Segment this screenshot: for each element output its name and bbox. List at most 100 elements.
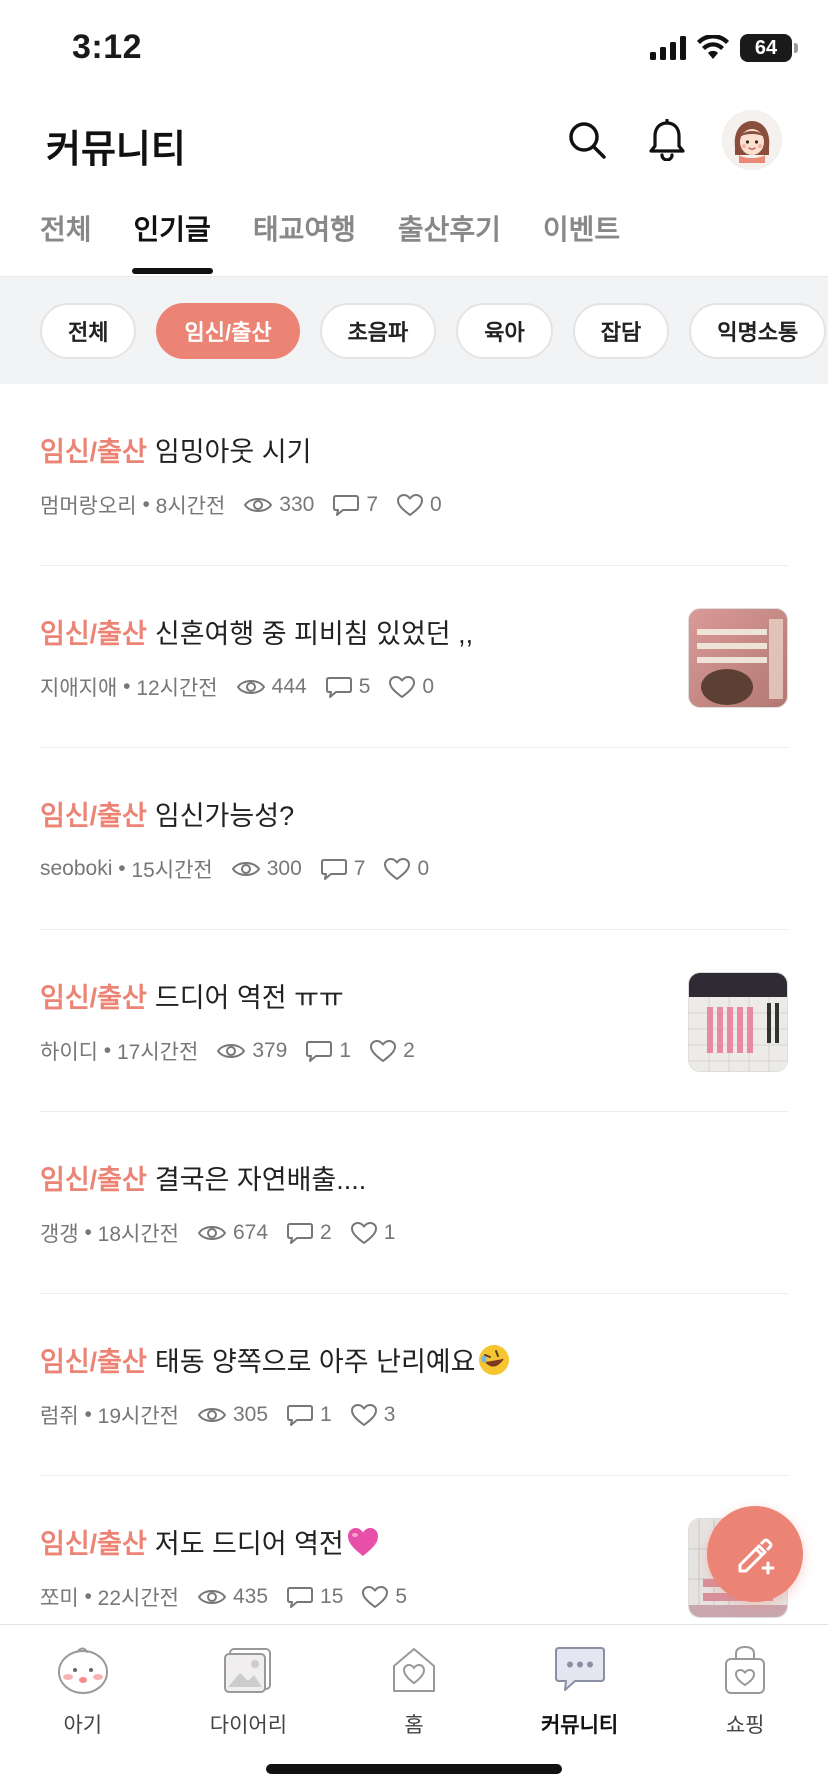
post-author: 갱갱 — [40, 1223, 79, 1246]
pencil-plus-icon — [738, 1538, 775, 1575]
chip-parenting[interactable]: 육아 — [456, 302, 553, 359]
comment-count: 15 — [286, 1585, 343, 1609]
nav-shopping[interactable]: 쇼핑 — [662, 1625, 828, 1792]
view-count: 674 — [197, 1221, 268, 1245]
comment-count: 2 — [286, 1221, 332, 1245]
comment-count: 7 — [332, 493, 378, 517]
home-heart-icon — [383, 1641, 445, 1699]
post-item[interactable]: 임신/출산 태동 양쪽으로 아주 난리예요 럼쥐 • 19시간전 305 1 3 — [40, 1294, 788, 1476]
heart-icon — [389, 676, 416, 698]
wifi-icon — [697, 35, 729, 59]
post-category: 임신/출산 — [40, 1165, 147, 1195]
comment-count: 5 — [325, 675, 371, 699]
comment-count-value: 7 — [366, 493, 379, 516]
like-count-value: 1 — [383, 1221, 396, 1244]
signal-icon — [650, 36, 686, 60]
tab-prenatal-travel[interactable]: 태교여행 — [253, 196, 356, 276]
comment-icon — [287, 1405, 314, 1426]
search-icon — [569, 122, 606, 159]
pink-heart-emoji-icon — [347, 1528, 378, 1556]
profile-avatar[interactable] — [722, 110, 782, 170]
bell-icon — [649, 119, 685, 161]
like-count: 0 — [396, 493, 442, 517]
nav-label: 쇼핑 — [725, 1714, 765, 1737]
post-author: 멈머랑오리 — [40, 495, 137, 518]
view-count: 444 — [236, 675, 307, 699]
post-meta: 멈머랑오리 • 8시간전 330 7 0 — [40, 490, 442, 520]
post-category: 임신/출산 — [40, 1347, 147, 1377]
chip-chat[interactable]: 잡담 — [572, 302, 670, 359]
like-count: 3 — [350, 1403, 396, 1427]
chip-ultrasound[interactable]: 초음파 — [319, 302, 437, 359]
view-count-value: 305 — [233, 1403, 269, 1426]
comment-count-value: 7 — [353, 857, 366, 880]
chip-all[interactable]: 전체 — [40, 302, 137, 359]
comment-count-value: 1 — [339, 1039, 352, 1062]
post-time: 15시간전 — [131, 859, 213, 882]
like-count: 1 — [350, 1221, 396, 1245]
view-count-value: 300 — [266, 857, 302, 880]
post-item[interactable]: 임신/출산 결국은 자연배출.... 갱갱 • 18시간전 674 2 1 — [40, 1112, 788, 1294]
nav-baby[interactable]: 아기 — [0, 1625, 166, 1792]
comment-count: 1 — [305, 1039, 351, 1063]
tab-birth-review[interactable]: 출산후기 — [398, 196, 501, 276]
tab-all[interactable]: 전체 — [40, 196, 92, 276]
eye-icon — [197, 1226, 227, 1240]
post-title-text: 저도 드디어 역전 — [154, 1529, 344, 1559]
chip-anonymous[interactable]: 익명소통 — [689, 302, 827, 359]
shopping-bag-icon — [714, 1641, 776, 1699]
view-count: 330 — [243, 493, 314, 517]
post-time: 17시간전 — [117, 1041, 199, 1064]
post-item[interactable]: 임신/출산 임신가능성? seoboki • 15시간전 300 7 0 — [40, 748, 788, 930]
post-time: 22시간전 — [97, 1587, 179, 1610]
post-meta: 쪼미 • 22시간전 435 15 5 — [40, 1582, 407, 1612]
post-item[interactable]: 임신/출산 신혼여행 중 피비침 있었던 ,, 지애지애 • 12시간전 444 … — [40, 566, 788, 748]
view-count: 379 — [216, 1039, 287, 1063]
pregnancy-test-photo — [689, 609, 787, 707]
post-item[interactable]: 임신/출산 드디어 역전 ㅠㅠ 하이디 • 17시간전 379 1 2 — [40, 930, 788, 1112]
tab-event[interactable]: 이벤트 — [543, 196, 620, 276]
post-title: 임신/출산 태동 양쪽으로 아주 난리예요 — [40, 1340, 511, 1379]
post-category: 임신/출산 — [40, 1529, 147, 1559]
like-count-value: 0 — [417, 857, 430, 880]
main-tabs: 전체 인기글 태교여행 출산후기 이벤트 — [0, 196, 828, 276]
post-thumbnail[interactable] — [688, 972, 788, 1072]
post-time: 12시간전 — [136, 677, 218, 700]
notification-button[interactable] — [642, 115, 692, 165]
post-title-text: 임신가능성? — [154, 801, 295, 831]
meta-dot: • — [97, 1039, 117, 1062]
post-title-text: 임밍아웃 시기 — [154, 437, 312, 467]
chat-bubble-icon — [549, 1641, 611, 1699]
chip-pregnancy-birth[interactable]: 임신/출산 — [156, 302, 300, 359]
meta-dot: • — [117, 675, 137, 698]
like-count: 0 — [388, 675, 434, 699]
home-indicator[interactable] — [266, 1764, 562, 1774]
comment-icon — [287, 1223, 314, 1244]
like-count-value: 0 — [430, 493, 442, 516]
search-button[interactable] — [562, 115, 612, 165]
post-meta: 하이디 • 17시간전 379 1 2 — [40, 1036, 415, 1066]
meta-dot: • — [78, 1585, 98, 1608]
view-count-value: 379 — [252, 1039, 288, 1062]
post-title: 임신/출산 결국은 자연배출.... — [40, 1158, 366, 1197]
comment-icon — [320, 859, 347, 880]
post-title: 임신/출산 임신가능성? — [40, 794, 294, 833]
nav-label: 아기 — [63, 1714, 103, 1737]
post-thumbnail[interactable] — [688, 608, 788, 708]
post-list: 임신/출산 임밍아웃 시기 멈머랑오리 • 8시간전 330 7 0 임신/출산 신… — [40, 384, 788, 1658]
post-meta: seoboki • 15시간전 300 7 0 — [40, 854, 429, 884]
like-count-value: 2 — [403, 1039, 415, 1062]
comment-count-value: 5 — [358, 675, 371, 698]
eye-icon — [197, 1408, 227, 1422]
post-item[interactable]: 임신/출산 임밍아웃 시기 멈머랑오리 • 8시간전 330 7 0 — [40, 384, 788, 566]
post-title: 임신/출산 신혼여행 중 피비침 있었던 ,, — [40, 612, 473, 651]
post-title: 임신/출산 저도 드디어 역전 — [40, 1522, 380, 1561]
comment-count-value: 15 — [320, 1585, 344, 1608]
write-post-button[interactable] — [707, 1506, 803, 1602]
battery-icon: 64 — [740, 34, 798, 62]
heart-icon — [384, 858, 411, 880]
tab-popular[interactable]: 인기글 — [131, 196, 214, 276]
like-count-value: 5 — [395, 1585, 408, 1608]
like-count-value: 3 — [383, 1403, 396, 1426]
post-meta: 갱갱 • 18시간전 674 2 1 — [40, 1218, 395, 1248]
